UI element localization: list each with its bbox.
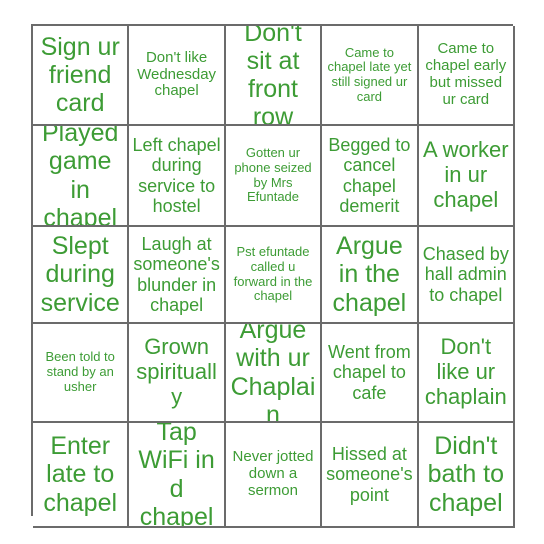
bingo-cell-r1c3[interactable]: Don't sit at front row bbox=[225, 26, 323, 126]
bingo-cell-label: Came to chapel late yet still signed ur … bbox=[327, 44, 412, 104]
bingo-cell-label: Been told to stand by an usher bbox=[45, 349, 115, 394]
bingo-cell-label: Played game in chapel bbox=[41, 126, 119, 227]
bingo-cell-label: Tap WiFi in d chapel bbox=[138, 423, 215, 528]
bingo-cell-r4c1[interactable]: Been told to stand by an usher bbox=[33, 324, 130, 423]
bingo-cell-r1c1[interactable]: Sign ur friend card bbox=[33, 26, 130, 126]
bingo-cell-r4c2[interactable]: Grown spiritually bbox=[129, 324, 226, 423]
bingo-cell-label: Came to chapel early but missed ur card bbox=[425, 40, 507, 108]
bingo-cell-r5c5[interactable]: Didn't bath to chapel bbox=[418, 423, 515, 528]
bingo-cell-label: Begged to cancel chapel demerit bbox=[328, 134, 411, 216]
bingo-cell-label: Argue in the chapel bbox=[332, 232, 407, 317]
bingo-cell-label: Didn't bath to chapel bbox=[427, 432, 505, 517]
bingo-cell-r5c2[interactable]: Tap WiFi in d chapel bbox=[129, 423, 226, 528]
bingo-card-grid: Sign ur friend card Don't like Wednesday … bbox=[31, 24, 515, 528]
bingo-cell-label: Gotten ur phone seized by Mrs Efuntade bbox=[234, 145, 312, 205]
bingo-cell-label: Slept during service bbox=[40, 232, 120, 317]
bingo-cell-label: Went from chapel to cafe bbox=[328, 342, 411, 403]
bingo-cell-r2c5[interactable]: A worker in ur chapel bbox=[418, 126, 515, 227]
bingo-cell-r3c1[interactable]: Slept during service bbox=[33, 227, 130, 324]
bingo-cell-label: Don't sit at front row bbox=[244, 26, 302, 126]
bingo-cell-r3c3[interactable]: Pst efuntade called u forward in the cha… bbox=[225, 227, 323, 324]
bingo-cell-r2c1[interactable]: Played game in chapel bbox=[33, 126, 130, 227]
bingo-cell-r4c5[interactable]: Don't like ur chaplain bbox=[418, 324, 515, 423]
bingo-cell-r4c3[interactable]: Argue with ur Chaplain bbox=[225, 324, 323, 423]
bingo-cell-label: Grown spiritually bbox=[136, 334, 217, 409]
bingo-cell-label: Don't like Wednesday chapel bbox=[137, 48, 217, 100]
bingo-cell-r3c4[interactable]: Argue in the chapel bbox=[322, 227, 419, 324]
bingo-cell-label: Hissed at someone's point bbox=[326, 444, 413, 505]
bingo-cell-label: Pst efuntade called u forward in the cha… bbox=[233, 244, 313, 304]
bingo-cell-r2c2[interactable]: Left chapel during service to hostel bbox=[129, 126, 226, 227]
bingo-cell-r1c4[interactable]: Came to chapel late yet still signed ur … bbox=[322, 26, 419, 126]
bingo-cell-label: Left chapel during service to hostel bbox=[132, 134, 221, 216]
bingo-cell-r2c4[interactable]: Begged to cancel chapel demerit bbox=[322, 126, 419, 227]
bingo-cell-r5c3[interactable]: Never jotted down a sermon bbox=[225, 423, 323, 528]
bingo-cell-r1c2[interactable]: Don't like Wednesday chapel bbox=[129, 26, 226, 126]
bingo-cell-label: Laugh at someone's blunder in chapel bbox=[133, 233, 220, 315]
bingo-cell-r1c5[interactable]: Came to chapel early but missed ur card bbox=[418, 26, 515, 126]
bingo-cell-label: Argue with ur Chaplain bbox=[230, 324, 316, 423]
bingo-cell-r3c5[interactable]: Chased by hall admin to chapel bbox=[418, 227, 515, 324]
bingo-cell-r2c3[interactable]: Gotten ur phone seized by Mrs Efuntade bbox=[225, 126, 323, 227]
bingo-cell-label: Don't like ur chaplain bbox=[424, 334, 507, 409]
bingo-cell-label: A worker in ur chapel bbox=[423, 137, 509, 212]
bingo-cell-r5c1[interactable]: Enter late to chapel bbox=[33, 423, 130, 528]
bingo-cell-label: Never jotted down a sermon bbox=[232, 448, 314, 499]
bingo-cell-label: Sign ur friend card bbox=[40, 32, 120, 118]
bingo-cell-r4c4[interactable]: Went from chapel to cafe bbox=[322, 324, 419, 423]
bingo-cell-r3c2[interactable]: Laugh at someone's blunder in chapel bbox=[129, 227, 226, 324]
bingo-cell-r5c4[interactable]: Hissed at someone's point bbox=[322, 423, 419, 528]
bingo-cell-label: Enter late to chapel bbox=[43, 432, 118, 517]
bingo-cell-label: Chased by hall admin to chapel bbox=[422, 244, 509, 305]
